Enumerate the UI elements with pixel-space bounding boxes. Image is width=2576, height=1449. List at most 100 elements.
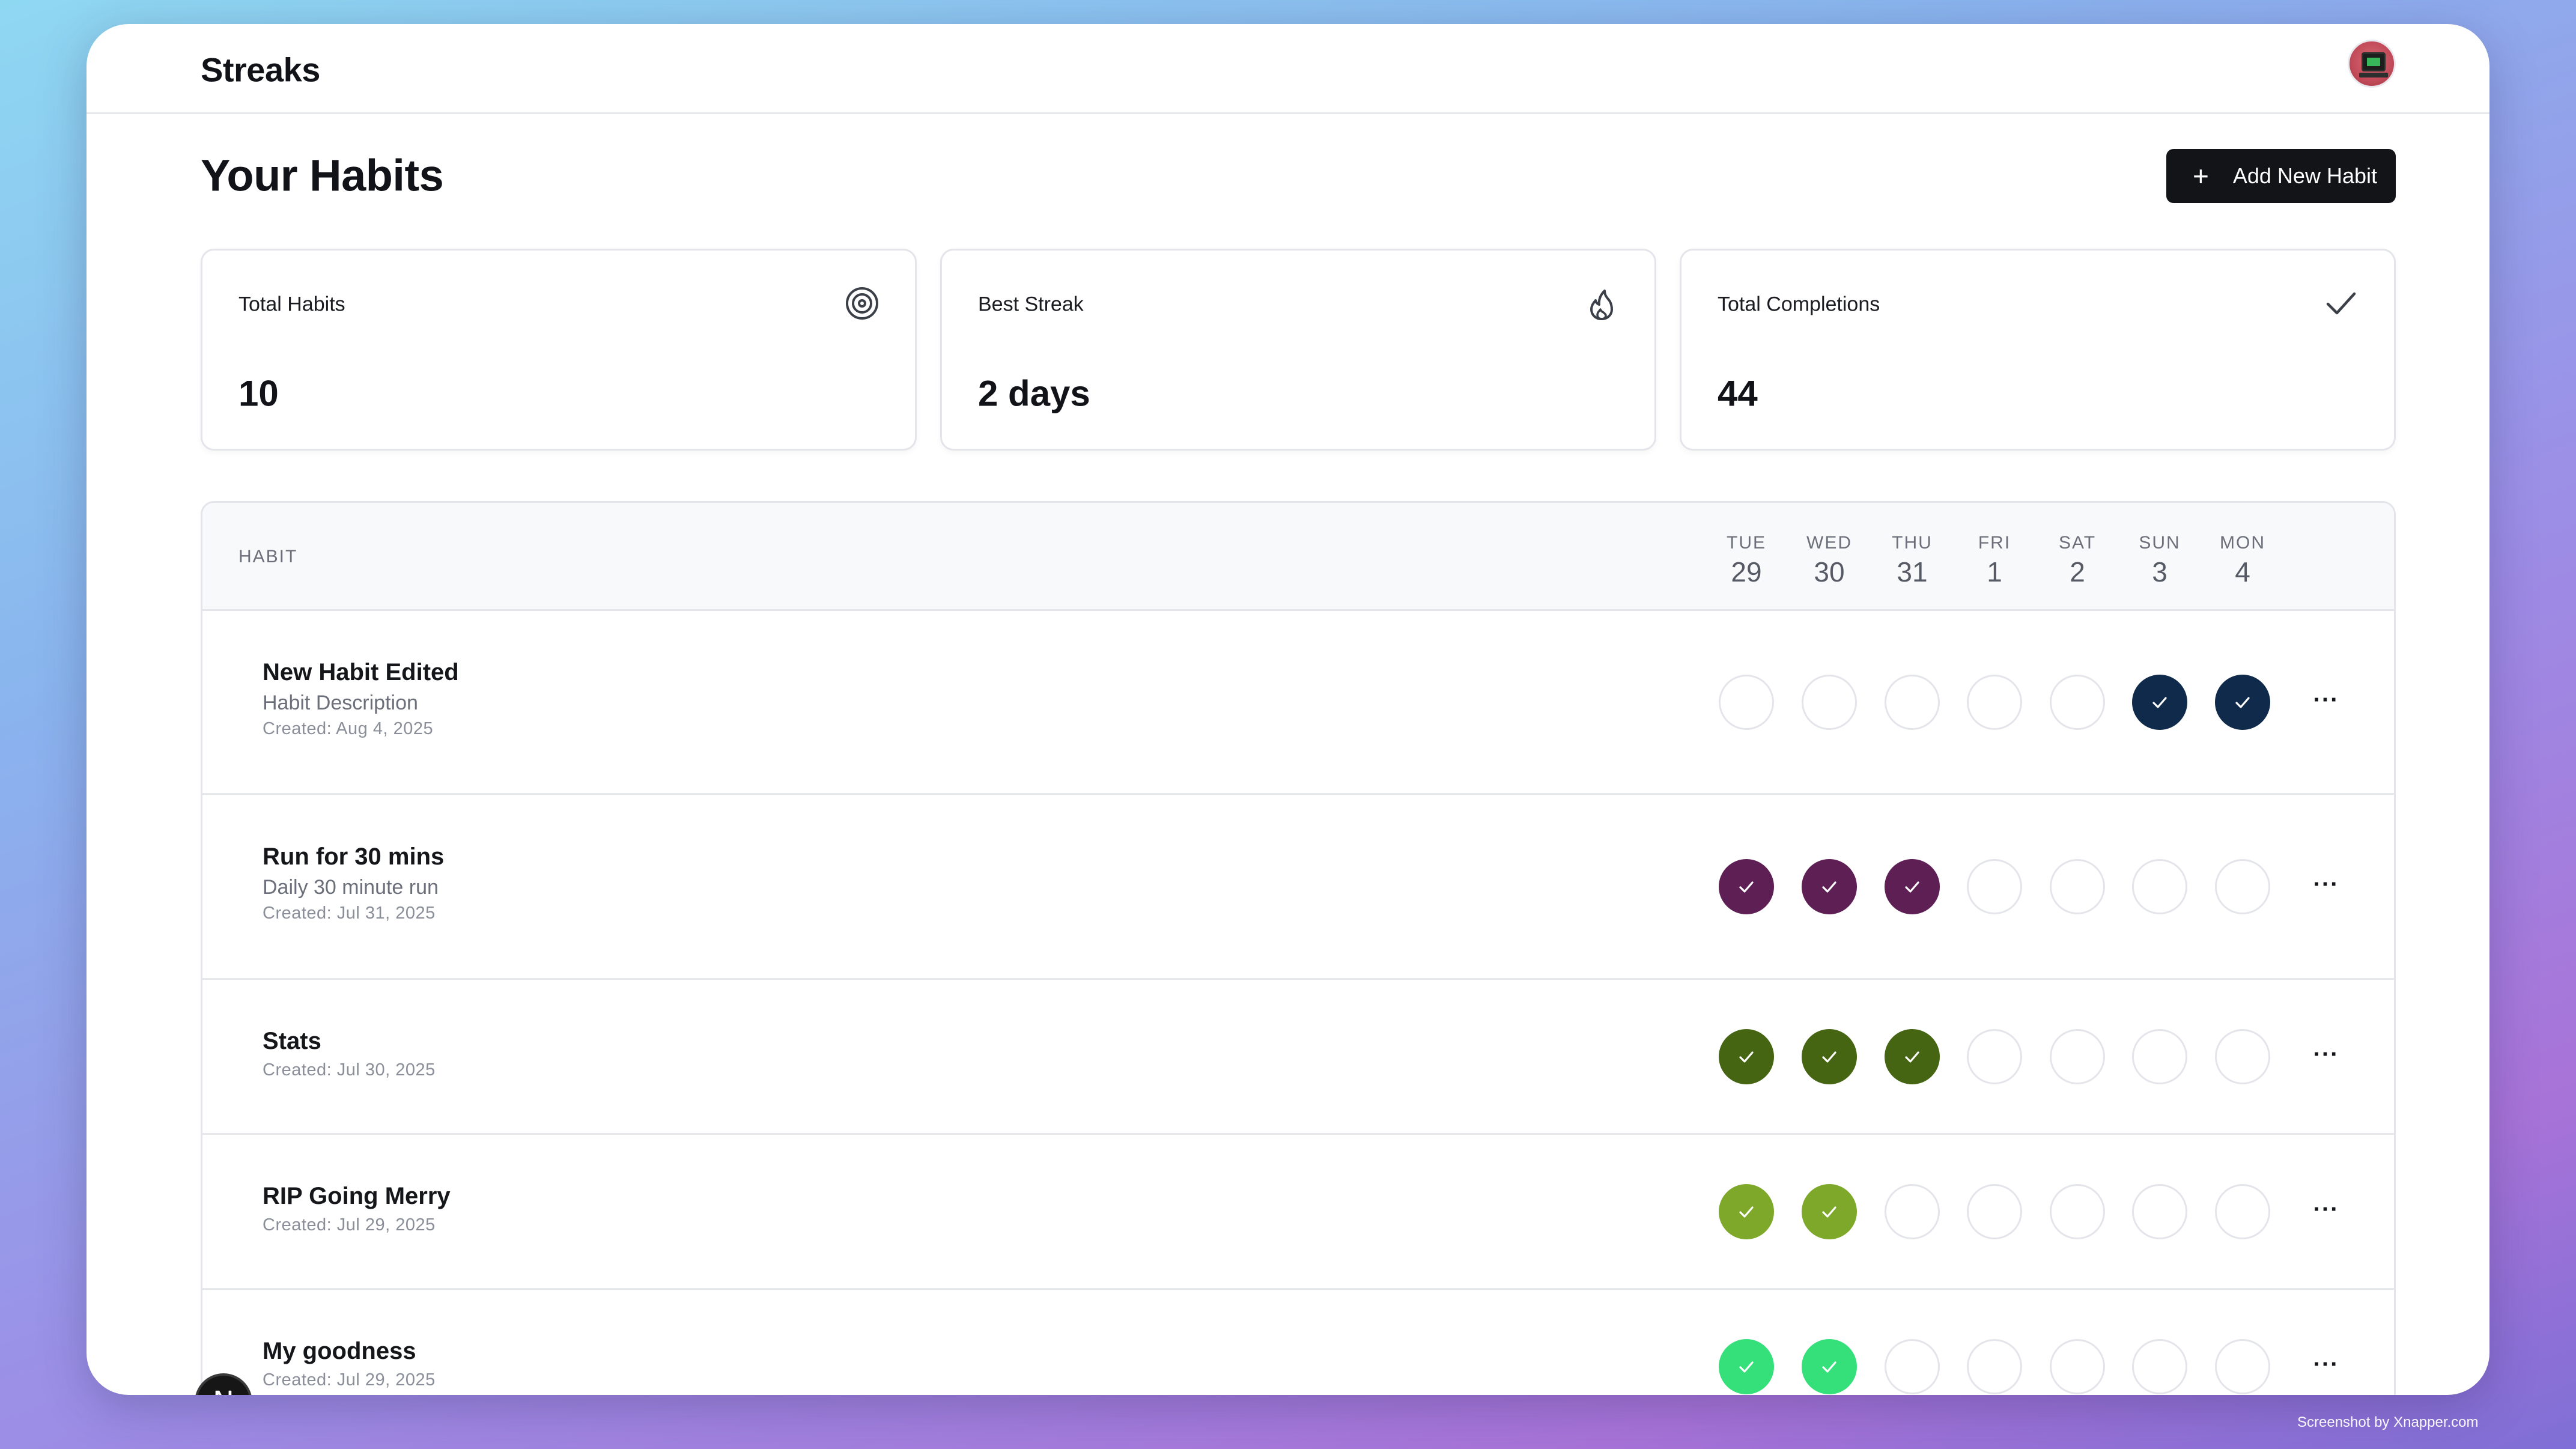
day-header-sun: SUN 3: [2124, 503, 2196, 611]
completion-toggle-tue[interactable]: [1719, 1339, 1774, 1394]
table-header: HABIT TUE 29 WED 30 THU 31 FRI 1 SAT 2 SUN 3 MON 4: [202, 503, 2394, 611]
check-icon: [2235, 697, 2250, 708]
habit-name[interactable]: New Habit Edited: [263, 659, 459, 686]
habit-created-date: Created: Jul 31, 2025: [263, 904, 436, 923]
stat-value: 10: [238, 373, 279, 414]
completion-toggle-fri[interactable]: [1967, 675, 2022, 730]
check-icon: [1905, 881, 1919, 893]
check-icon: [1822, 1361, 1836, 1373]
habit-description: Daily 30 minute run: [263, 876, 439, 899]
habit-name[interactable]: Stats: [263, 1028, 321, 1055]
completion-toggle-sun[interactable]: [2132, 859, 2187, 914]
habit-created-date: Created: Jul 29, 2025: [263, 1370, 436, 1390]
more-options-icon[interactable]: ···: [2308, 1196, 2344, 1223]
completion-toggle-sat[interactable]: [2050, 675, 2105, 730]
completion-toggle-sat[interactable]: [2050, 1184, 2105, 1239]
target-icon: [846, 287, 878, 320]
day-name: THU: [1892, 533, 1933, 553]
completion-toggle-wed[interactable]: [1802, 1339, 1857, 1394]
completion-toggle-tue[interactable]: [1719, 1029, 1774, 1084]
habit-row: Stats Created: Jul 30, 2025 ···: [202, 980, 2394, 1135]
habit-created-date: Created: Jul 29, 2025: [263, 1215, 436, 1235]
more-options-icon[interactable]: ···: [2308, 687, 2344, 713]
completion-toggle-thu[interactable]: [1885, 1029, 1940, 1084]
app-brand[interactable]: Streaks: [201, 50, 320, 90]
app-window: Streaks Your Habits + Add New Habit Tota…: [87, 24, 2489, 1395]
completion-toggle-mon[interactable]: [2215, 859, 2270, 914]
completion-toggle-wed[interactable]: [1802, 1184, 1857, 1239]
add-new-habit-button[interactable]: + Add New Habit: [2166, 149, 2396, 203]
completion-toggle-thu[interactable]: [1885, 859, 1940, 914]
day-header-mon: MON 4: [2207, 503, 2279, 611]
completion-toggle-sat[interactable]: [2050, 1029, 2105, 1084]
page-title: Your Habits: [201, 150, 444, 201]
completion-toggle-wed[interactable]: [1802, 1029, 1857, 1084]
day-date: 30: [1814, 556, 1845, 588]
completion-toggle-sun[interactable]: [2132, 1184, 2187, 1239]
day-date: 2: [2070, 556, 2085, 588]
completion-toggle-fri[interactable]: [1967, 1184, 2022, 1239]
completion-toggle-thu[interactable]: [1885, 1184, 1940, 1239]
habit-column-header: HABIT: [238, 547, 298, 567]
completion-toggle-sun[interactable]: [2132, 1029, 2187, 1084]
completion-toggle-thu[interactable]: [1885, 675, 1940, 730]
completion-toggle-tue[interactable]: [1719, 1184, 1774, 1239]
completion-toggle-wed[interactable]: [1802, 859, 1857, 914]
top-navigation-bar: Streaks: [87, 24, 2489, 114]
more-options-icon[interactable]: ···: [2308, 1351, 2344, 1378]
habits-table: HABIT TUE 29 WED 30 THU 31 FRI 1 SAT 2 SUN 3 MON 4 Ne…: [201, 501, 2396, 1395]
completion-toggle-tue[interactable]: [1719, 859, 1774, 914]
completion-toggle-fri[interactable]: [1967, 1339, 2022, 1394]
completion-toggle-mon[interactable]: [2215, 1339, 2270, 1394]
flame-icon: [1590, 290, 1613, 320]
stat-card-total-habits: Total Habits 10: [201, 249, 917, 451]
completion-toggle-tue[interactable]: [1719, 675, 1774, 730]
habit-name[interactable]: Run for 30 mins: [263, 843, 444, 870]
add-new-habit-label: Add New Habit: [2232, 163, 2377, 188]
nextjs-badge-letter: N: [213, 1385, 234, 1395]
day-name: TUE: [1727, 533, 1766, 553]
completion-toggle-mon[interactable]: [2215, 1029, 2270, 1084]
completion-toggle-sun[interactable]: [2132, 675, 2187, 730]
keyboard-icon: [2359, 73, 2388, 77]
computer-icon: [2362, 52, 2386, 71]
check-icon: [1822, 881, 1836, 893]
habit-row: Run for 30 mins Daily 30 minute run Create…: [202, 795, 2394, 980]
stat-label: Total Completions: [1718, 293, 1880, 316]
completion-toggle-thu[interactable]: [1885, 1339, 1940, 1394]
day-name: MON: [2220, 533, 2265, 553]
day-name: SUN: [2139, 533, 2181, 553]
day-date: 29: [1731, 556, 1762, 588]
completion-toggle-sat[interactable]: [2050, 1339, 2105, 1394]
user-avatar[interactable]: [2348, 40, 2396, 88]
habit-name[interactable]: My goodness: [263, 1338, 416, 1365]
stat-card-best-streak: Best Streak 2 days: [940, 249, 1656, 451]
completion-toggle-fri[interactable]: [1967, 859, 2022, 914]
completion-toggle-sun[interactable]: [2132, 1339, 2187, 1394]
day-date: 3: [2152, 556, 2167, 588]
check-icon: [1822, 1051, 1836, 1063]
check-icon: [1905, 1051, 1919, 1063]
check-icon: [1822, 1206, 1836, 1218]
day-date: 31: [1897, 556, 1928, 588]
completion-toggle-mon[interactable]: [2215, 1184, 2270, 1239]
more-options-icon[interactable]: ···: [2308, 871, 2344, 898]
habit-description: Habit Description: [263, 691, 418, 714]
day-header-wed: WED 30: [1793, 503, 1865, 611]
completion-toggle-fri[interactable]: [1967, 1029, 2022, 1084]
check-icon: [1739, 1206, 1754, 1218]
plus-icon: +: [2193, 160, 2209, 192]
day-name: FRI: [1978, 533, 2011, 553]
stat-label: Total Habits: [238, 293, 345, 316]
habit-name[interactable]: RIP Going Merry: [263, 1183, 451, 1210]
check-icon: [2152, 697, 2167, 708]
stat-value: 2 days: [978, 373, 1090, 414]
day-date: 1: [1987, 556, 2002, 588]
day-header-fri: FRI 1: [1958, 503, 2031, 611]
completion-toggle-wed[interactable]: [1802, 675, 1857, 730]
stat-card-total-completions: Total Completions 44: [1680, 249, 2396, 451]
completion-toggle-sat[interactable]: [2050, 859, 2105, 914]
more-options-icon[interactable]: ···: [2308, 1041, 2344, 1068]
habit-row: New Habit Edited Habit Description Created…: [202, 610, 2394, 795]
completion-toggle-mon[interactable]: [2215, 675, 2270, 730]
